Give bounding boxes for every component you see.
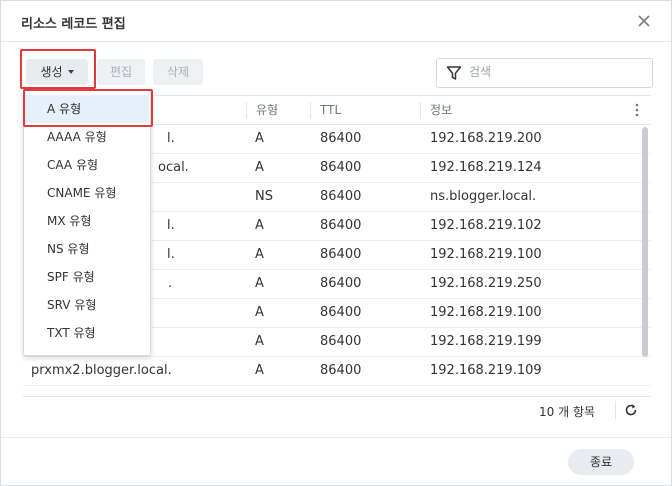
more-vertical-icon[interactable] bbox=[635, 103, 639, 117]
column-divider bbox=[246, 102, 247, 118]
item-count: 10 개 항목 bbox=[539, 405, 596, 419]
cell-type: A bbox=[255, 276, 264, 291]
record-type-dropdown: A 유형 AAAA 유형 CAA 유형 CNAME 유형 MX 유형 NS 유형… bbox=[23, 90, 151, 356]
search-input[interactable] bbox=[469, 63, 639, 81]
column-divider bbox=[420, 102, 421, 118]
dropdown-item-ns[interactable]: NS 유형 bbox=[25, 235, 149, 263]
cell-ttl: 86400 bbox=[320, 218, 362, 233]
cell-ttl: 86400 bbox=[320, 334, 362, 349]
cell-info: 192.168.219.100 bbox=[430, 247, 542, 262]
dropdown-item-spf[interactable]: SPF 유형 bbox=[25, 263, 149, 291]
cell-info: 192.168.219.100 bbox=[430, 305, 542, 320]
edit-button[interactable]: 편집 bbox=[97, 59, 145, 85]
table-row-partial[interactable] bbox=[23, 386, 651, 396]
cell-name: l. bbox=[167, 218, 175, 233]
cell-name: l. bbox=[167, 247, 175, 262]
caret-down-icon bbox=[67, 70, 74, 74]
column-header-ttl[interactable]: TTL bbox=[320, 96, 341, 124]
dialog-title: 리소스 레코드 편집 bbox=[21, 17, 126, 32]
cell-type: A bbox=[255, 363, 264, 378]
filter-icon[interactable] bbox=[446, 65, 462, 81]
cell-type: A bbox=[255, 131, 264, 146]
dropdown-item-caa[interactable]: CAA 유형 bbox=[25, 151, 149, 179]
column-header-info[interactable]: 정보 bbox=[430, 96, 452, 124]
table-row[interactable]: prxmx2.blogger.local. A 86400 192.168.21… bbox=[23, 357, 651, 386]
cell-type: NS bbox=[255, 189, 273, 204]
cell-name: ocal. bbox=[158, 160, 189, 175]
cell-info: 192.168.219.200 bbox=[430, 131, 542, 146]
cell-info: ns.blogger.local. bbox=[430, 189, 537, 204]
dropdown-item-cname[interactable]: CNAME 유형 bbox=[25, 179, 149, 207]
cell-info: 192.168.219.102 bbox=[430, 218, 542, 233]
cell-info: 192.168.219.199 bbox=[430, 334, 542, 349]
cell-type: A bbox=[255, 305, 264, 320]
search-field[interactable] bbox=[436, 58, 653, 88]
column-divider bbox=[310, 102, 311, 118]
column-header-type[interactable]: 유형 bbox=[256, 96, 278, 124]
cell-info: 192.168.219.124 bbox=[430, 160, 542, 175]
close-icon[interactable] bbox=[635, 12, 653, 30]
cell-ttl: 86400 bbox=[320, 247, 362, 262]
cell-name: . bbox=[168, 276, 173, 291]
dialog-titlebar: 리소스 레코드 편집 bbox=[1, 1, 671, 42]
edit-resource-record-dialog: 리소스 레코드 편집 생성 편집 삭제 유형 TTL 정보 bbox=[0, 0, 672, 486]
cell-ttl: 86400 bbox=[320, 305, 362, 320]
footer-divider-line bbox=[1, 437, 671, 438]
refresh-icon[interactable] bbox=[624, 403, 638, 417]
cell-type: A bbox=[255, 334, 264, 349]
cell-name: prxmx2.blogger.local. bbox=[31, 363, 172, 378]
cell-ttl: 86400 bbox=[320, 189, 362, 204]
cell-type: A bbox=[255, 247, 264, 262]
cell-ttl: 86400 bbox=[320, 160, 362, 175]
cell-info: 192.168.219.109 bbox=[430, 363, 542, 378]
close-button[interactable]: 종료 bbox=[568, 449, 634, 475]
cell-name: l. bbox=[167, 131, 175, 146]
cell-info: 192.168.219.250 bbox=[430, 276, 542, 291]
cell-ttl: 86400 bbox=[320, 131, 362, 146]
dropdown-item-a[interactable]: A 유형 bbox=[25, 95, 149, 123]
dropdown-item-srv[interactable]: SRV 유형 bbox=[25, 291, 149, 319]
cell-type: A bbox=[255, 160, 264, 175]
create-button[interactable]: 생성 bbox=[26, 59, 88, 85]
cell-type: A bbox=[255, 218, 264, 233]
cell-ttl: 86400 bbox=[320, 276, 362, 291]
dropdown-item-aaaa[interactable]: AAAA 유형 bbox=[25, 123, 149, 151]
dropdown-item-txt[interactable]: TXT 유형 bbox=[25, 319, 149, 347]
cell-ttl: 86400 bbox=[320, 363, 362, 378]
table-scrollbar[interactable] bbox=[642, 125, 648, 395]
delete-button[interactable]: 삭제 bbox=[153, 59, 203, 85]
create-button-label: 생성 bbox=[40, 65, 63, 79]
dropdown-item-mx[interactable]: MX 유형 bbox=[25, 207, 149, 235]
footer-divider bbox=[615, 401, 616, 419]
scrollbar-thumb[interactable] bbox=[642, 127, 648, 357]
